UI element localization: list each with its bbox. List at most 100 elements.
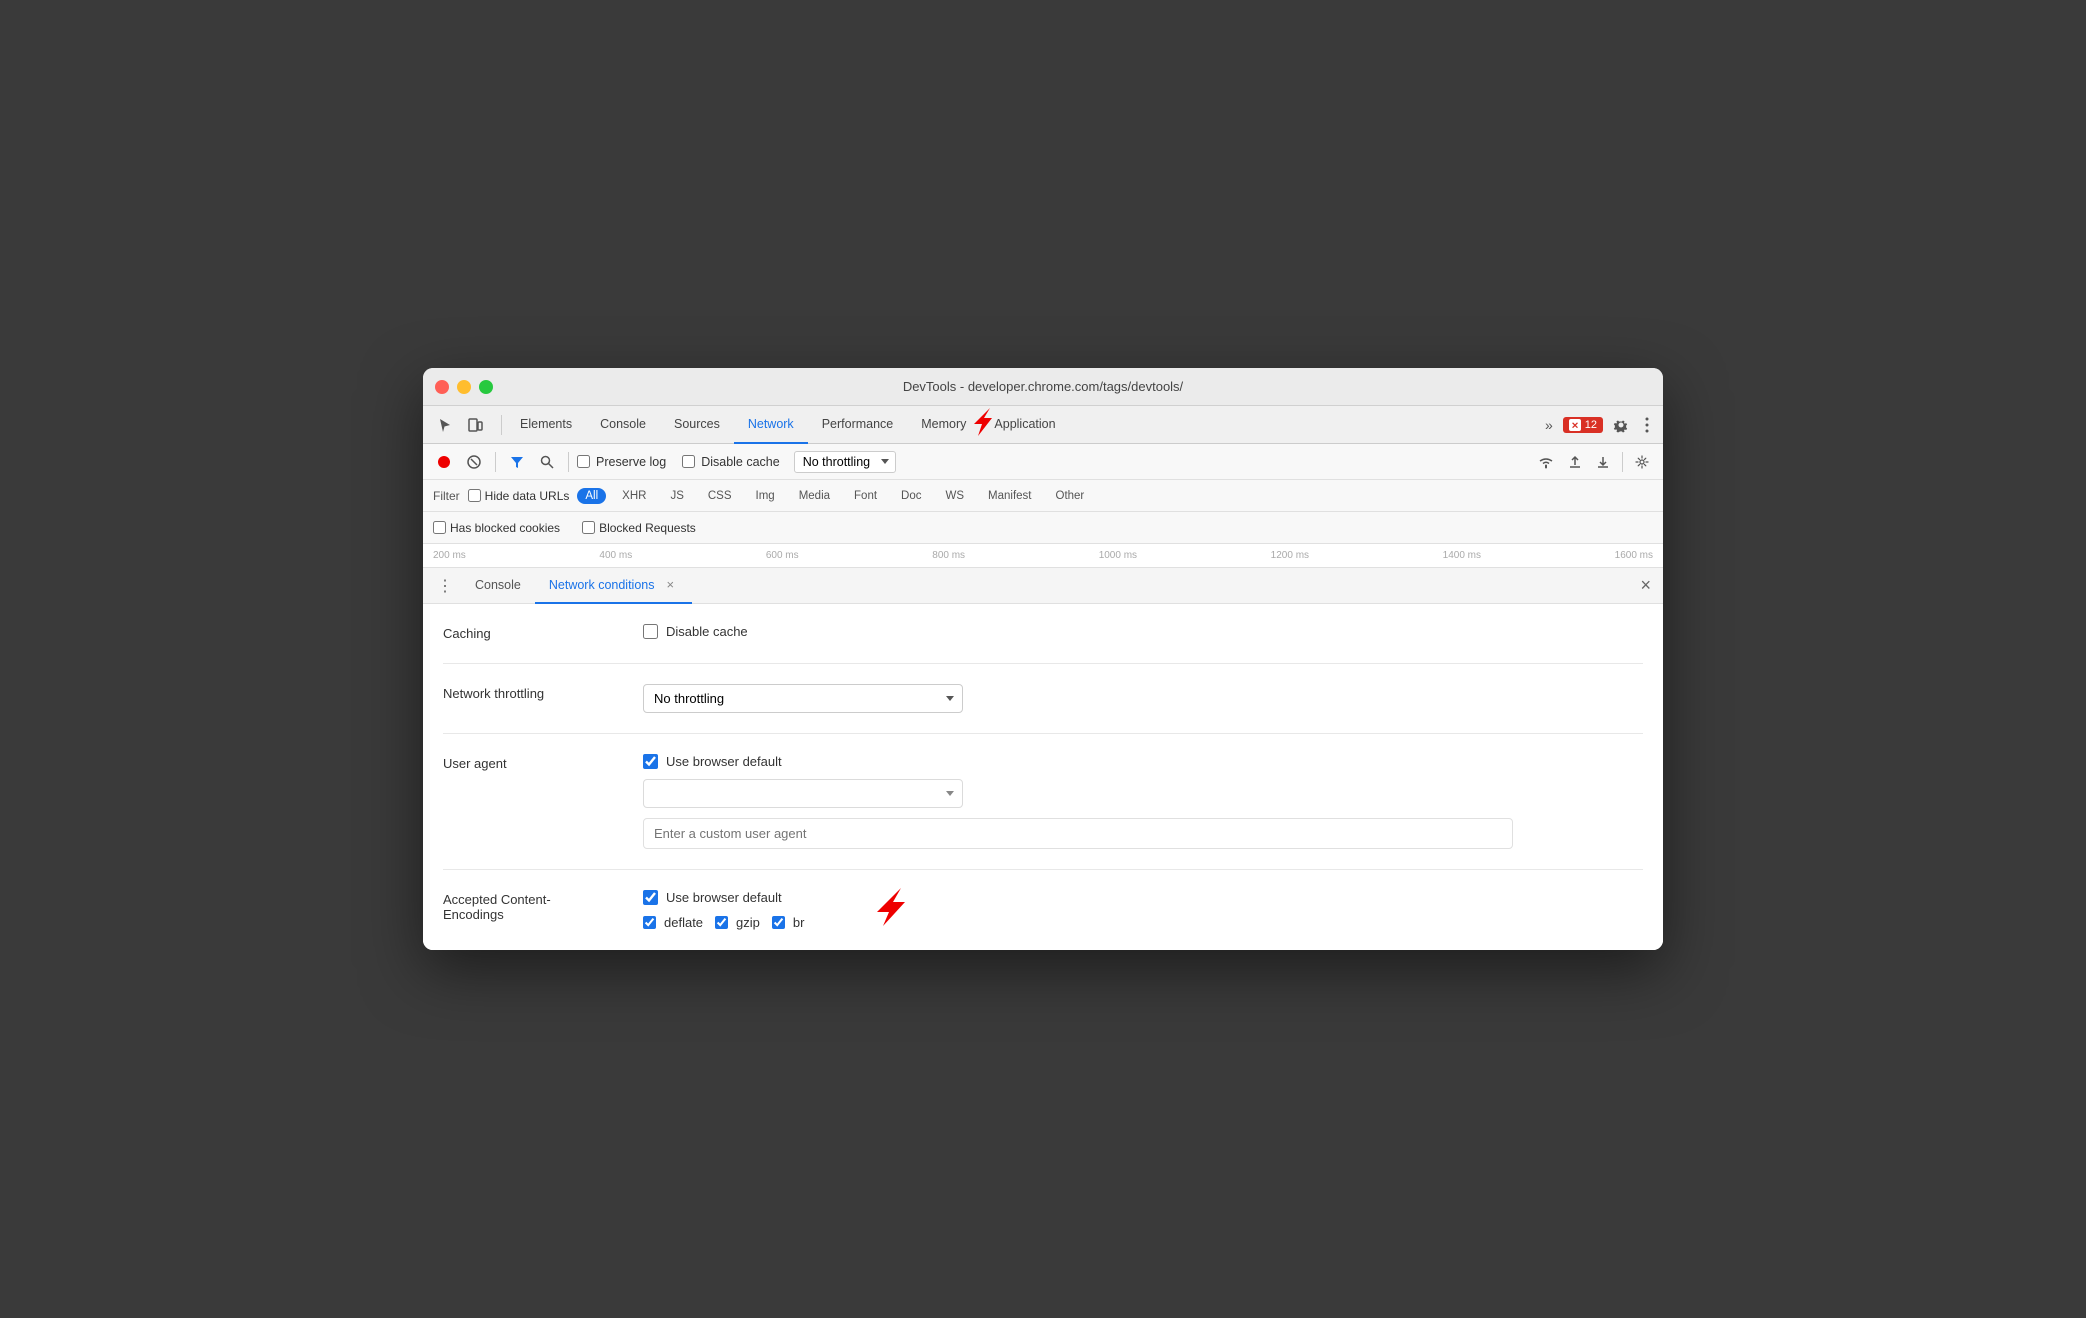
more-options-icon[interactable]: [1639, 413, 1655, 437]
record-button[interactable]: [431, 451, 457, 473]
filter-row: Filter Hide data URLs All XHR JS CSS Img…: [423, 480, 1663, 512]
accepted-encodings-label: Accepted Content- Encodings: [443, 890, 643, 922]
preserve-log-checkbox[interactable]: [577, 455, 590, 468]
disable-cache-nc-label[interactable]: Disable cache: [643, 624, 1643, 639]
minimize-button[interactable]: [457, 380, 471, 394]
custom-ua-select[interactable]: [643, 779, 963, 808]
filter-type-css[interactable]: CSS: [700, 488, 740, 504]
filter-type-img[interactable]: Img: [748, 488, 783, 504]
filter-type-manifest[interactable]: Manifest: [980, 488, 1039, 504]
custom-ua-input[interactable]: [643, 818, 1513, 849]
filter-icon[interactable]: [504, 451, 530, 473]
panel-more-icon[interactable]: ⋮: [429, 576, 461, 596]
toolbar-sep-3: [1622, 452, 1623, 472]
tab-sources[interactable]: Sources: [660, 406, 734, 444]
download-icon[interactable]: [1590, 451, 1616, 473]
accepted-encodings-row: Accepted Content- Encodings Use browser …: [443, 870, 1643, 950]
nc-throttling-select[interactable]: No throttling Fast 3G Slow 3G Offline Cu…: [643, 684, 963, 713]
tab-memory[interactable]: Memory: [907, 406, 980, 444]
maximize-button[interactable]: [479, 380, 493, 394]
panel-tab-console[interactable]: Console: [461, 568, 535, 604]
filter-type-ws[interactable]: WS: [938, 488, 973, 504]
use-default-encoding-label[interactable]: Use browser default: [643, 890, 1643, 905]
tab-icons: [431, 413, 489, 437]
accepted-encodings-control: Use browser default deflate gzip: [643, 890, 1643, 930]
toolbar-right: [1532, 451, 1655, 473]
user-agent-label: User agent: [443, 754, 643, 771]
blocked-requests-checkbox[interactable]: [582, 521, 595, 534]
title-bar: DevTools - developer.chrome.com/tags/dev…: [423, 368, 1663, 406]
window-title: DevTools - developer.chrome.com/tags/dev…: [903, 379, 1183, 394]
timeline-marks: 200 ms 400 ms 600 ms 800 ms 1000 ms 1200…: [433, 550, 1653, 561]
toolbar-sep-1: [495, 452, 496, 472]
network-settings-icon[interactable]: [1629, 451, 1655, 473]
filter-type-doc[interactable]: Doc: [893, 488, 929, 504]
toolbar-sep-2: [568, 452, 569, 472]
has-blocked-cookies-label[interactable]: Has blocked cookies: [433, 521, 560, 535]
tab-application[interactable]: Application: [980, 406, 1069, 444]
settings-icon[interactable]: [1607, 413, 1635, 437]
panel-tab-close-icon[interactable]: ×: [662, 575, 678, 594]
more-tabs-button[interactable]: »: [1539, 413, 1559, 437]
filter-type-other[interactable]: Other: [1048, 488, 1093, 504]
throttling-row: Network throttling No throttling Fast 3G…: [443, 664, 1643, 734]
gzip-label[interactable]: gzip: [715, 915, 760, 930]
caching-label: Caching: [443, 624, 643, 641]
use-default-encoding-checkbox[interactable]: [643, 890, 658, 905]
tab-network[interactable]: Network: [734, 406, 808, 444]
bottom-panel: ⋮ Console Network conditions × × Caching…: [423, 568, 1663, 950]
gzip-checkbox[interactable]: [715, 916, 728, 929]
throttling-label: Network throttling: [443, 684, 643, 701]
wifi-icon[interactable]: [1532, 451, 1560, 473]
filter-type-js[interactable]: JS: [662, 488, 691, 504]
tab-elements[interactable]: Elements: [506, 406, 586, 444]
network-toolbar: Preserve log Disable cache No throttling…: [423, 444, 1663, 480]
hide-data-urls-label[interactable]: Hide data URLs: [468, 489, 570, 503]
deflate-label[interactable]: deflate: [643, 915, 703, 930]
use-default-ua-label[interactable]: Use browser default: [643, 754, 1643, 769]
panel-tab-network-conditions[interactable]: Network conditions ×: [535, 568, 692, 604]
close-button[interactable]: [435, 380, 449, 394]
network-conditions-content: Caching Disable cache Network throttling…: [423, 604, 1663, 950]
panel-tabs-bar: ⋮ Console Network conditions × ×: [423, 568, 1663, 604]
devtools-tabs-bar: Elements Console Sources Network Perform…: [423, 406, 1663, 444]
disable-cache-nc-checkbox[interactable]: [643, 624, 658, 639]
preserve-log-label[interactable]: Preserve log: [577, 455, 666, 469]
tab-right-controls: » ✕ 12: [1539, 413, 1655, 437]
user-agent-control: Use browser default: [643, 754, 1643, 849]
tab-separator: [501, 415, 502, 435]
upload-icon[interactable]: [1562, 451, 1588, 473]
hide-data-urls-checkbox[interactable]: [468, 489, 481, 502]
filter-label: Filter: [433, 489, 460, 503]
svg-text:✕: ✕: [1571, 420, 1579, 430]
has-blocked-cookies-checkbox[interactable]: [433, 521, 446, 534]
error-badge: ✕ 12: [1563, 417, 1603, 433]
br-label[interactable]: br: [772, 915, 805, 930]
devtools-window: DevTools - developer.chrome.com/tags/dev…: [423, 368, 1663, 950]
cursor-icon[interactable]: [431, 413, 459, 437]
filter-type-media[interactable]: Media: [791, 488, 838, 504]
throttling-select[interactable]: No throttling Fast 3G Slow 3G Offline: [794, 451, 896, 473]
throttling-control: No throttling Fast 3G Slow 3G Offline Cu…: [643, 684, 1643, 713]
deflate-checkbox[interactable]: [643, 916, 656, 929]
filter-type-all[interactable]: All: [577, 488, 606, 504]
disable-cache-checkbox[interactable]: [682, 455, 695, 468]
br-checkbox[interactable]: [772, 916, 785, 929]
timeline-row: 200 ms 400 ms 600 ms 800 ms 1000 ms 1200…: [423, 544, 1663, 568]
disable-cache-label[interactable]: Disable cache: [682, 455, 780, 469]
search-icon[interactable]: [534, 451, 560, 473]
tab-console[interactable]: Console: [586, 406, 660, 444]
device-icon[interactable]: [461, 413, 489, 437]
caching-control: Disable cache: [643, 624, 1643, 639]
filter-type-xhr[interactable]: XHR: [614, 488, 654, 504]
clear-button[interactable]: [461, 451, 487, 473]
user-agent-row: User agent Use browser default: [443, 734, 1643, 870]
blocked-requests-label[interactable]: Blocked Requests: [582, 521, 696, 535]
caching-row: Caching Disable cache: [443, 604, 1643, 664]
close-panel-button[interactable]: ×: [1634, 573, 1657, 598]
tab-performance[interactable]: Performance: [808, 406, 908, 444]
encoding-options: deflate gzip br: [643, 915, 1643, 930]
window-controls: [435, 380, 493, 394]
filter-type-font[interactable]: Font: [846, 488, 885, 504]
use-default-ua-checkbox[interactable]: [643, 754, 658, 769]
